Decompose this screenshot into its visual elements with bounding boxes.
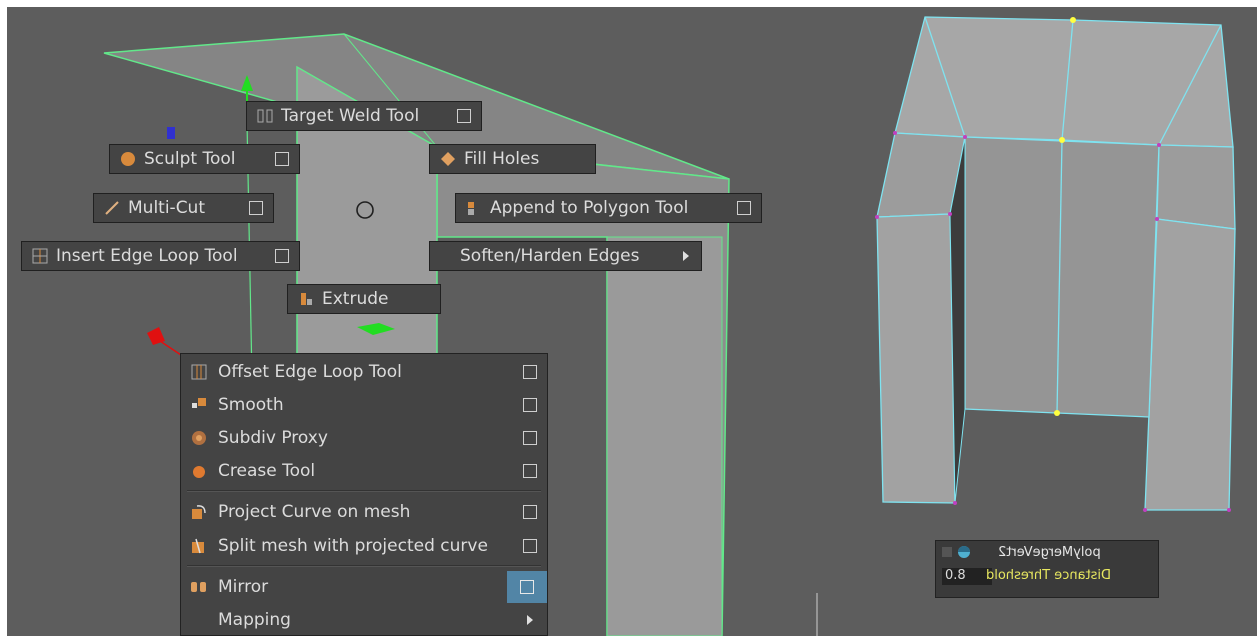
distance-threshold-field[interactable]: 0.8	[942, 568, 992, 585]
append-polygon-icon	[466, 200, 482, 216]
menu-item-label: Offset Edge Loop Tool	[218, 362, 402, 382]
menu-separator	[187, 490, 541, 492]
menu-item-label: Subdiv Proxy	[218, 428, 328, 448]
marking-item-soften-harden[interactable]: Soften/Harden Edges	[429, 241, 702, 271]
multi-cut-label: Multi-Cut	[128, 198, 205, 218]
option-box[interactable]	[523, 505, 537, 519]
subdiv-proxy-icon	[191, 430, 207, 446]
menu-item-offset-edge-loop[interactable]: Offset Edge Loop Tool	[181, 356, 547, 388]
extrude-icon	[298, 291, 314, 307]
sculpt-label: Sculpt Tool	[144, 149, 236, 169]
option-box[interactable]	[523, 365, 537, 379]
fill-holes-icon	[440, 151, 456, 167]
mirror-option-box-highlighted[interactable]	[507, 571, 547, 603]
insert-edge-loop-label: Insert Edge Loop Tool	[56, 246, 238, 266]
menu-item-smooth[interactable]: Smooth	[181, 389, 547, 421]
sculpt-icon	[120, 151, 136, 167]
crease-icon	[191, 463, 207, 479]
menu-item-label: Crease Tool	[218, 461, 316, 481]
menu-item-subdiv-proxy[interactable]: Subdiv Proxy	[181, 422, 547, 454]
option-box[interactable]	[275, 249, 289, 263]
menu-item-split-mesh[interactable]: Split mesh with projected curve	[181, 530, 547, 562]
option-box[interactable]	[249, 201, 263, 215]
option-box[interactable]	[737, 201, 751, 215]
menu-item-crease-tool[interactable]: Crease Tool	[181, 455, 547, 487]
distance-threshold-label: Distance Threshold	[986, 568, 1112, 583]
multi-cut-icon	[104, 200, 120, 216]
split-mesh-icon	[191, 538, 207, 554]
marking-item-multi-cut[interactable]: Multi-Cut	[93, 193, 274, 223]
node-inview-panel[interactable]: polyMergeVert2 0.8 Distance Threshold	[935, 540, 1159, 598]
option-box[interactable]	[523, 539, 537, 553]
marking-item-fill-holes[interactable]: Fill Holes	[429, 144, 596, 174]
option-box[interactable]	[520, 580, 534, 594]
project-curve-icon	[191, 504, 207, 520]
option-box[interactable]	[523, 431, 537, 445]
menu-separator	[187, 565, 541, 567]
option-box[interactable]	[457, 109, 471, 123]
target-weld-icon	[257, 108, 273, 124]
extrude-label: Extrude	[322, 289, 389, 309]
polygon-tools-popup-menu: Offset Edge Loop Tool Smooth Subdiv Prox…	[180, 353, 548, 636]
menu-item-label: Mapping	[218, 610, 291, 630]
marking-item-append-polygon[interactable]: Append to Polygon Tool	[455, 193, 762, 223]
menu-item-label: Project Curve on mesh	[218, 502, 411, 522]
menu-item-mirror[interactable]: Mirror	[181, 571, 547, 603]
arch-mesh[interactable]	[875, 16, 1236, 512]
marking-item-sculpt[interactable]: Sculpt Tool	[109, 144, 300, 174]
insert-edge-loop-icon	[32, 248, 48, 264]
menu-item-project-curve[interactable]: Project Curve on mesh	[181, 496, 547, 528]
menu-item-label: Mirror	[218, 577, 269, 597]
option-box[interactable]	[523, 464, 537, 478]
mapping-icon-placeholder	[191, 612, 207, 628]
append-polygon-label: Append to Polygon Tool	[490, 198, 689, 218]
submenu-arrow-icon	[527, 615, 533, 625]
soften-harden-label: Soften/Harden Edges	[460, 246, 640, 266]
node-name-label: polyMergeVert2	[998, 545, 1101, 560]
menu-item-label: Smooth	[218, 395, 284, 415]
smooth-icon	[191, 397, 207, 413]
offset-edge-loop-icon	[191, 364, 207, 380]
target-weld-label: Target Weld Tool	[281, 106, 420, 126]
fill-holes-label: Fill Holes	[464, 149, 540, 169]
option-box[interactable]	[275, 152, 289, 166]
menu-item-mapping[interactable]: Mapping	[181, 604, 547, 636]
marking-item-insert-edge-loop[interactable]: Insert Edge Loop Tool	[21, 241, 300, 271]
node-toggle-icon[interactable]	[942, 545, 972, 561]
marking-item-extrude[interactable]: Extrude	[287, 284, 441, 314]
menu-item-label: Split mesh with projected curve	[218, 536, 488, 556]
marking-item-target-weld[interactable]: Target Weld Tool	[246, 101, 482, 131]
option-box[interactable]	[523, 398, 537, 412]
submenu-arrow-icon	[683, 251, 689, 261]
mirror-icon	[191, 579, 207, 595]
